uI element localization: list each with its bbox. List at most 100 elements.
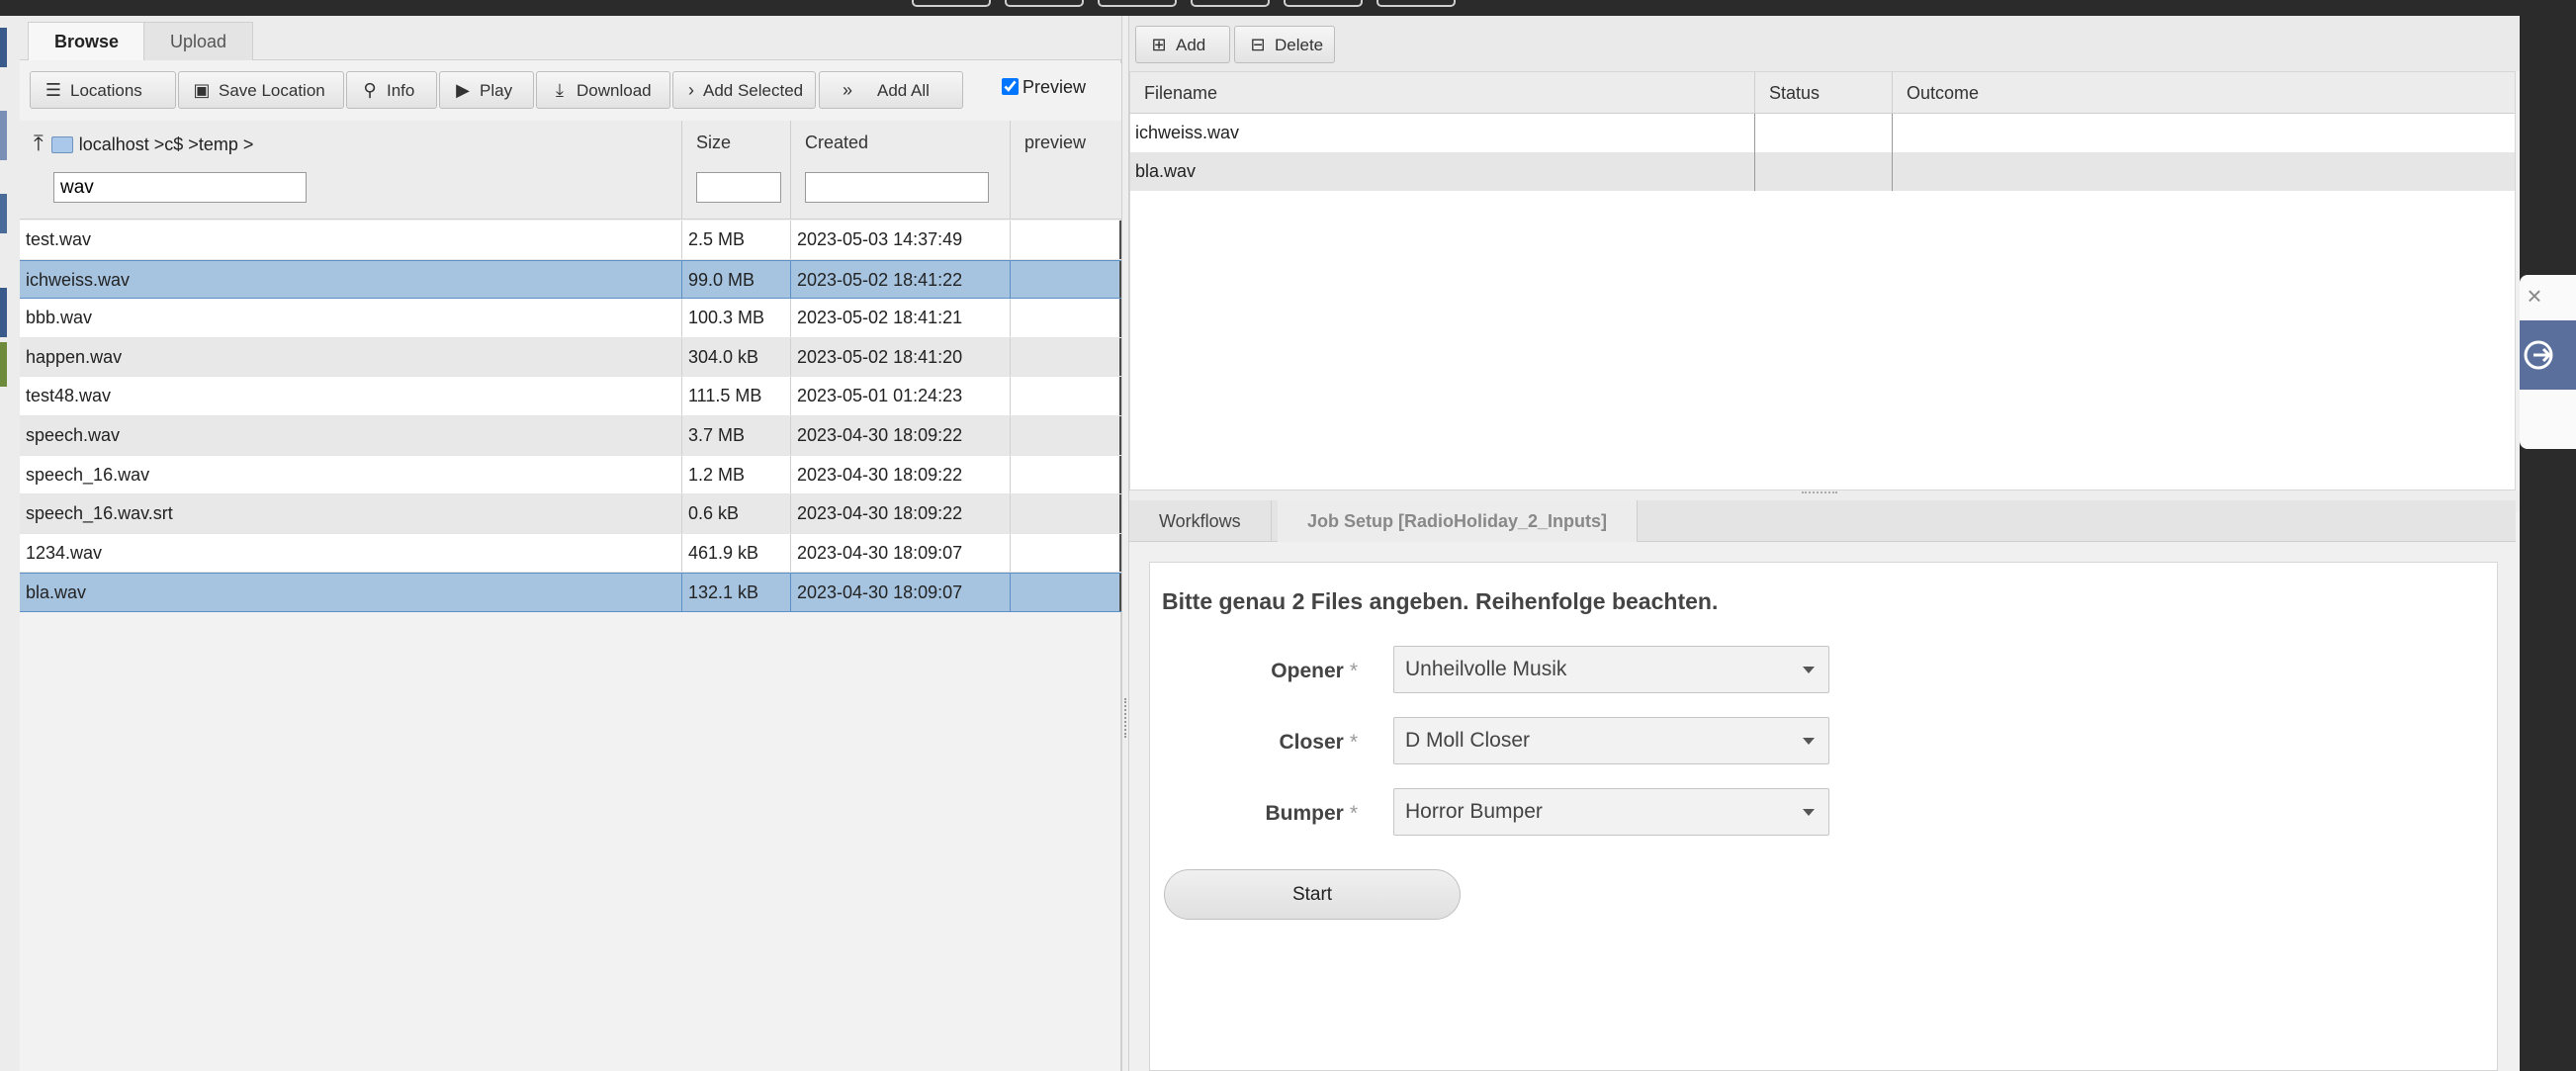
file-preview-cell: [1010, 574, 1121, 611]
preview-checkbox[interactable]: Preview: [1002, 77, 1086, 98]
delete-button[interactable]: ⊟ Delete: [1234, 26, 1335, 63]
top-button[interactable]: [912, 0, 991, 7]
preview-column-header[interactable]: preview: [1010, 121, 1121, 220]
file-row[interactable]: speech_16.wav.srt 0.6 kB 2023-04-30 18:09:…: [20, 494, 1121, 534]
download-button[interactable]: ⤓ Download: [536, 71, 670, 109]
file-name-cell: test48.wav: [26, 386, 112, 406]
form-title: Bitte genau 2 Files angeben. Reihenfolge…: [1162, 588, 1719, 614]
download-icon: ⤓: [556, 80, 564, 100]
double-chevron-icon: »: [842, 80, 852, 100]
file-name-cell: ichweiss.wav: [26, 269, 131, 290]
queue-row[interactable]: ichweiss.wav: [1130, 114, 2515, 152]
delete-folder-icon: ⊟: [1250, 35, 1266, 54]
required-mark: *: [1349, 660, 1358, 682]
tab-job-setup[interactable]: Job Setup [RadioHoliday_2_Inputs]: [1278, 500, 1639, 542]
top-button[interactable]: [1377, 0, 1456, 7]
opener-select[interactable]: Unheilvolle Musik: [1393, 646, 1829, 693]
queue-row[interactable]: bla.wav: [1130, 152, 2515, 191]
filename-column-header[interactable]: Filename: [1130, 72, 1754, 114]
play-label: Play: [480, 81, 513, 100]
file-created-cell: 2023-05-02 18:41:21: [790, 299, 1010, 337]
edge-icon: [0, 111, 7, 160]
file-row[interactable]: bla.wav 132.1 kB 2023-04-30 18:09:07: [20, 573, 1121, 612]
created-filter-input[interactable]: [805, 172, 989, 203]
locations-button[interactable]: ☰ Locations: [30, 71, 176, 109]
file-size-cell: 111.5 MB: [681, 377, 790, 415]
edge-icon: [0, 288, 7, 337]
file-preview-cell: [1010, 415, 1121, 455]
tab-upload[interactable]: Upload: [143, 22, 254, 60]
file-row[interactable]: test.wav 2.5 MB 2023-05-03 14:37:49: [20, 221, 1121, 260]
status-column-header[interactable]: Status: [1754, 72, 1892, 114]
opener-label-text: Opener: [1271, 660, 1344, 682]
size-column-header[interactable]: Size: [681, 121, 790, 220]
file-name-cell: bla.wav: [26, 582, 87, 603]
up-arrow-icon[interactable]: ⤒: [34, 131, 44, 155]
file-row[interactable]: ichweiss.wav 99.0 MB 2023-05-02 18:41:22: [20, 259, 1121, 300]
hsplit-grip[interactable]: [1802, 491, 1837, 493]
file-row[interactable]: happen.wav 304.0 kB 2023-05-02 18:41:20: [20, 337, 1121, 378]
delete-label: Delete: [1275, 36, 1324, 54]
file-name-cell: 1234.wav: [26, 542, 103, 563]
save-location-button[interactable]: ▣ Save Location: [178, 71, 344, 109]
add-all-label: Add All: [877, 81, 930, 100]
file-size-cell: 99.0 MB: [681, 260, 790, 299]
file-row[interactable]: 1234.wav 461.9 kB 2023-04-30 18:09:07: [20, 533, 1121, 574]
bumper-select[interactable]: Horror Bumper: [1393, 788, 1829, 836]
top-button[interactable]: [1284, 0, 1363, 7]
closer-select[interactable]: D Moll Closer: [1393, 717, 1829, 764]
file-size-cell: 2.5 MB: [681, 221, 790, 259]
breadcrumb-path[interactable]: localhost >c$ >temp >: [79, 134, 254, 154]
queue-outcome-cell: [1892, 114, 2517, 152]
close-icon[interactable]: ×: [2520, 281, 2549, 311]
play-button[interactable]: ▶ Play: [439, 71, 534, 109]
file-row[interactable]: speech.wav 3.7 MB 2023-04-30 18:09:22: [20, 415, 1121, 456]
splitter-grip[interactable]: [1124, 698, 1126, 738]
bumper-value: Horror Bumper: [1405, 800, 1543, 823]
file-created-cell: 2023-04-30 18:09:07: [790, 533, 1010, 573]
file-row[interactable]: bbb.wav 100.3 MB 2023-05-02 18:41:21: [20, 299, 1121, 338]
file-size-cell: 304.0 kB: [681, 337, 790, 377]
breadcrumb: ⤒ localhost >c$ >temp >: [34, 131, 253, 156]
vertical-splitter[interactable]: [1121, 16, 1129, 1071]
file-preview-cell: [1010, 260, 1121, 299]
preview-checkbox-input[interactable]: [1002, 78, 1019, 95]
opener-label: Opener *: [1150, 660, 1358, 683]
created-column-header[interactable]: Created: [790, 121, 1010, 220]
file-created-cell: 2023-05-03 14:37:49: [790, 221, 1010, 259]
size-filter-input[interactable]: [696, 172, 781, 203]
name-filter-input[interactable]: [53, 172, 307, 203]
name-column-header[interactable]: ⤒ localhost >c$ >temp >: [20, 121, 681, 220]
download-label: Download: [577, 81, 652, 100]
file-name-cell: bbb.wav: [26, 308, 93, 328]
edge-icon: [0, 28, 7, 67]
tab-browse[interactable]: Browse: [28, 22, 146, 60]
closer-label-text: Closer: [1279, 731, 1344, 754]
add-button[interactable]: ⊞ Add: [1135, 26, 1230, 63]
outcome-column-header[interactable]: Outcome: [1892, 72, 2517, 114]
top-button[interactable]: [1098, 0, 1177, 7]
top-button[interactable]: [1191, 0, 1270, 7]
edge-icon: [0, 342, 7, 387]
top-button[interactable]: [1005, 0, 1084, 7]
queue-toolbar: ⊞ Add ⊟ Delete: [1129, 16, 2520, 71]
left-edge-strip: [0, 16, 20, 1071]
file-name-cell: speech.wav: [26, 424, 121, 445]
queue-filename-cell: bla.wav: [1135, 161, 1197, 181]
queue-table: Filename Status Outcome ichweiss.wav bla.…: [1129, 71, 2516, 491]
file-row[interactable]: test48.wav 111.5 MB 2023-05-01 01:24:23: [20, 377, 1121, 416]
file-row[interactable]: speech_16.wav 1.2 MB 2023-04-30 18:09:22: [20, 455, 1121, 495]
add-all-button[interactable]: » Add All: [819, 71, 963, 109]
chevron-right-icon: ›: [688, 80, 694, 100]
file-browser-panel: Browse Upload ☰ Locations ▣ Save Location …: [20, 16, 1121, 1071]
logout-button[interactable]: [2520, 320, 2576, 390]
add-selected-button[interactable]: › Add Selected: [672, 71, 816, 109]
queue-status-cell: [1754, 114, 1892, 152]
add-selected-label: Add Selected: [703, 81, 804, 100]
file-grid-header: ⤒ localhost >c$ >temp > Size Created prev…: [20, 121, 1121, 220]
info-button[interactable]: ⚲ Info: [346, 71, 437, 109]
tab-workflows[interactable]: Workflows: [1129, 500, 1272, 542]
file-created-cell: 2023-05-02 18:41:20: [790, 337, 1010, 377]
file-size-cell: 132.1 kB: [681, 574, 790, 611]
start-button[interactable]: Start: [1164, 869, 1461, 920]
